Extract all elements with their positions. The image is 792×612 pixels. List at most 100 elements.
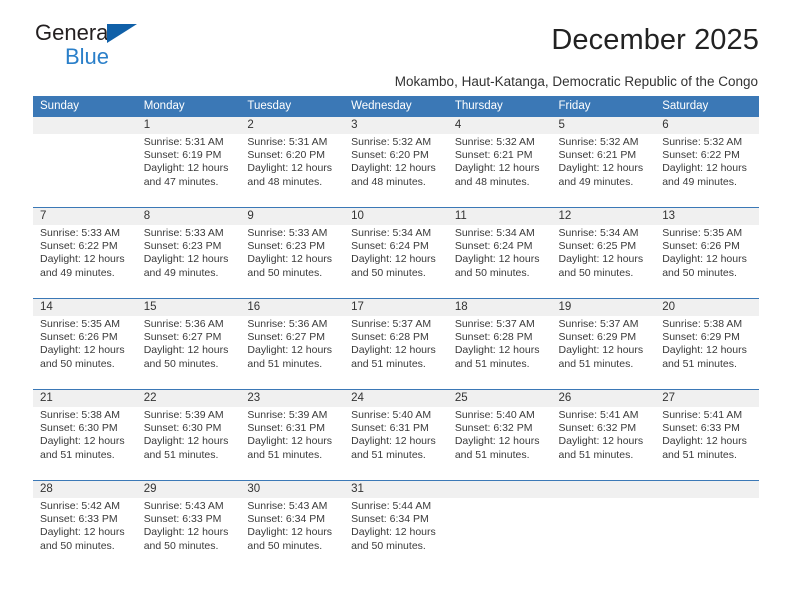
daylight-text-line1: Daylight: 12 hours	[143, 344, 229, 357]
daylight-text-line1: Daylight: 12 hours	[558, 253, 644, 266]
weekday-header-saturday: Saturday	[655, 96, 759, 117]
day-number-cell[interactable]: 19	[551, 298, 656, 316]
sunset-text: Sunset: 6:19 PM	[143, 149, 222, 162]
week-info-row: Sunrise: 5:38 AM Sunset: 6:30 PM Daylight:…	[33, 407, 759, 481]
sunrise-text: Sunrise: 5:38 AM	[40, 409, 120, 421]
day-number-cell[interactable]: 20	[655, 298, 759, 316]
day-number-cell[interactable]: 16	[240, 298, 345, 316]
day-number-cell[interactable]: 11	[447, 207, 552, 225]
day-details-cell: Sunrise: 5:32 AM Sunset: 6:21 PM Daylight:…	[551, 134, 656, 208]
day-number-cell[interactable]: 27	[655, 389, 759, 407]
daylight-text-line1: Daylight: 12 hours	[247, 526, 333, 539]
daylight-text-line2: and 51 minutes.	[143, 448, 219, 461]
daylight-text-line1: Daylight: 12 hours	[247, 344, 333, 357]
day-number-cell[interactable]: 14	[33, 298, 137, 316]
day-details-cell: Sunrise: 5:43 AM Sunset: 6:34 PM Daylight:…	[240, 498, 345, 571]
sunset-text: Sunset: 6:24 PM	[454, 240, 533, 253]
day-number-cell[interactable]: 6	[655, 117, 759, 134]
day-number-cell[interactable]: 24	[344, 389, 448, 407]
sunset-text: Sunset: 6:27 PM	[247, 331, 326, 344]
sunset-text: Sunset: 6:20 PM	[247, 149, 326, 162]
day-number-cell[interactable]: 9	[240, 207, 345, 225]
day-number-cell[interactable]: 5	[551, 117, 656, 134]
day-number-cell[interactable]: 12	[551, 207, 656, 225]
day-number-cell[interactable]: 22	[136, 389, 241, 407]
daylight-text-line2: and 51 minutes.	[351, 357, 426, 370]
weekday-header-tuesday: Tuesday	[240, 96, 345, 117]
sunrise-text: Sunrise: 5:32 AM	[662, 136, 743, 148]
general-blue-logo[interactable]: General Blue	[35, 22, 175, 68]
day-details-cell: Sunrise: 5:33 AM Sunset: 6:23 PM Daylight:…	[240, 225, 345, 299]
daylight-text-line2: and 50 minutes.	[40, 539, 115, 552]
day-details-cell: Sunrise: 5:39 AM Sunset: 6:30 PM Daylight:…	[136, 407, 241, 481]
daylight-text-line2: and 51 minutes.	[247, 448, 323, 461]
sunset-text: Sunset: 6:28 PM	[351, 331, 429, 344]
daylight-text-line1: Daylight: 12 hours	[247, 162, 333, 175]
sunset-text: Sunset: 6:27 PM	[143, 331, 222, 344]
calendar-header: Sunday Monday Tuesday Wednesday Thursday…	[33, 96, 759, 117]
sunset-text: Sunset: 6:21 PM	[454, 149, 533, 162]
week-daynumber-row: 14 15 16 17 18 19 20	[33, 298, 759, 316]
day-details-cell: Sunrise: 5:31 AM Sunset: 6:19 PM Daylight:…	[136, 134, 241, 208]
day-details-cell: Sunrise: 5:32 AM Sunset: 6:21 PM Daylight:…	[447, 134, 552, 208]
sunrise-text: Sunrise: 5:44 AM	[351, 500, 432, 512]
sunrise-text: Sunrise: 5:32 AM	[351, 136, 432, 148]
daylight-text-line1: Daylight: 12 hours	[40, 253, 125, 266]
day-number-cell[interactable]: 28	[33, 480, 137, 498]
daylight-text-line1: Daylight: 12 hours	[351, 435, 436, 448]
day-number-cell[interactable]: 4	[447, 117, 552, 134]
empty-day-cell	[551, 480, 656, 498]
day-number-cell[interactable]: 21	[33, 389, 137, 407]
day-number-cell[interactable]: 2	[240, 117, 345, 134]
day-number-cell[interactable]: 25	[447, 389, 552, 407]
day-details-cell: Sunrise: 5:33 AM Sunset: 6:22 PM Daylight:…	[33, 225, 137, 299]
day-details-cell: Sunrise: 5:31 AM Sunset: 6:20 PM Daylight:…	[240, 134, 345, 208]
sunset-text: Sunset: 6:31 PM	[351, 422, 429, 435]
day-number-cell[interactable]: 23	[240, 389, 345, 407]
day-number-cell[interactable]: 8	[136, 207, 241, 225]
sunset-text: Sunset: 6:23 PM	[247, 240, 326, 253]
day-details-cell: Sunrise: 5:35 AM Sunset: 6:26 PM Daylight:…	[33, 316, 137, 390]
day-number-cell[interactable]: 1	[136, 117, 241, 134]
day-details-cell: Sunrise: 5:34 AM Sunset: 6:24 PM Daylight:…	[344, 225, 448, 299]
empty-details-cell	[655, 498, 759, 571]
sunset-text: Sunset: 6:24 PM	[351, 240, 429, 253]
location-subtitle: Mokambo, Haut-Katanga, Democratic Republ…	[394, 74, 758, 89]
week-daynumber-row: 123456	[33, 117, 759, 134]
daylight-text-line2: and 50 minutes.	[143, 357, 219, 370]
day-details-cell: Sunrise: 5:41 AM Sunset: 6:33 PM Daylight:…	[655, 407, 759, 481]
empty-details-cell	[447, 498, 552, 571]
page-title: December 2025	[551, 24, 759, 56]
day-number-cell[interactable]: 29	[136, 480, 241, 498]
daylight-text-line1: Daylight: 12 hours	[143, 162, 229, 175]
weekday-header-sunday: Sunday	[33, 96, 137, 117]
daylight-text-line1: Daylight: 12 hours	[247, 253, 333, 266]
empty-day-cell	[33, 117, 137, 134]
day-number-cell[interactable]: 15	[136, 298, 241, 316]
daylight-text-line1: Daylight: 12 hours	[351, 526, 436, 539]
sunset-text: Sunset: 6:31 PM	[247, 422, 326, 435]
day-number-cell[interactable]: 13	[655, 207, 759, 225]
day-number-cell[interactable]: 3	[344, 117, 448, 134]
sunrise-text: Sunrise: 5:37 AM	[454, 318, 535, 330]
day-number-cell[interactable]: 10	[344, 207, 448, 225]
day-details-cell: Sunrise: 5:34 AM Sunset: 6:24 PM Daylight:…	[447, 225, 552, 299]
day-number-cell[interactable]: 30	[240, 480, 345, 498]
day-details-cell: Sunrise: 5:41 AM Sunset: 6:32 PM Daylight:…	[551, 407, 656, 481]
day-number-cell[interactable]: 31	[344, 480, 448, 498]
daylight-text-line2: and 50 minutes.	[351, 539, 426, 552]
daylight-text-line2: and 51 minutes.	[662, 357, 737, 370]
daylight-text-line2: and 51 minutes.	[40, 448, 115, 461]
sunset-text: Sunset: 6:26 PM	[40, 331, 118, 344]
daylight-text-line1: Daylight: 12 hours	[558, 435, 644, 448]
day-number-cell[interactable]: 18	[447, 298, 552, 316]
sunrise-text: Sunrise: 5:35 AM	[662, 227, 743, 239]
sunrise-text: Sunrise: 5:33 AM	[40, 227, 120, 239]
sunset-text: Sunset: 6:23 PM	[143, 240, 222, 253]
day-details-cell: Sunrise: 5:42 AM Sunset: 6:33 PM Daylight:…	[33, 498, 137, 571]
day-number-cell[interactable]: 26	[551, 389, 656, 407]
sunset-text: Sunset: 6:21 PM	[558, 149, 637, 162]
day-number-cell[interactable]: 7	[33, 207, 137, 225]
day-number-cell[interactable]: 17	[344, 298, 448, 316]
day-details-cell: Sunrise: 5:35 AM Sunset: 6:26 PM Daylight:…	[655, 225, 759, 299]
